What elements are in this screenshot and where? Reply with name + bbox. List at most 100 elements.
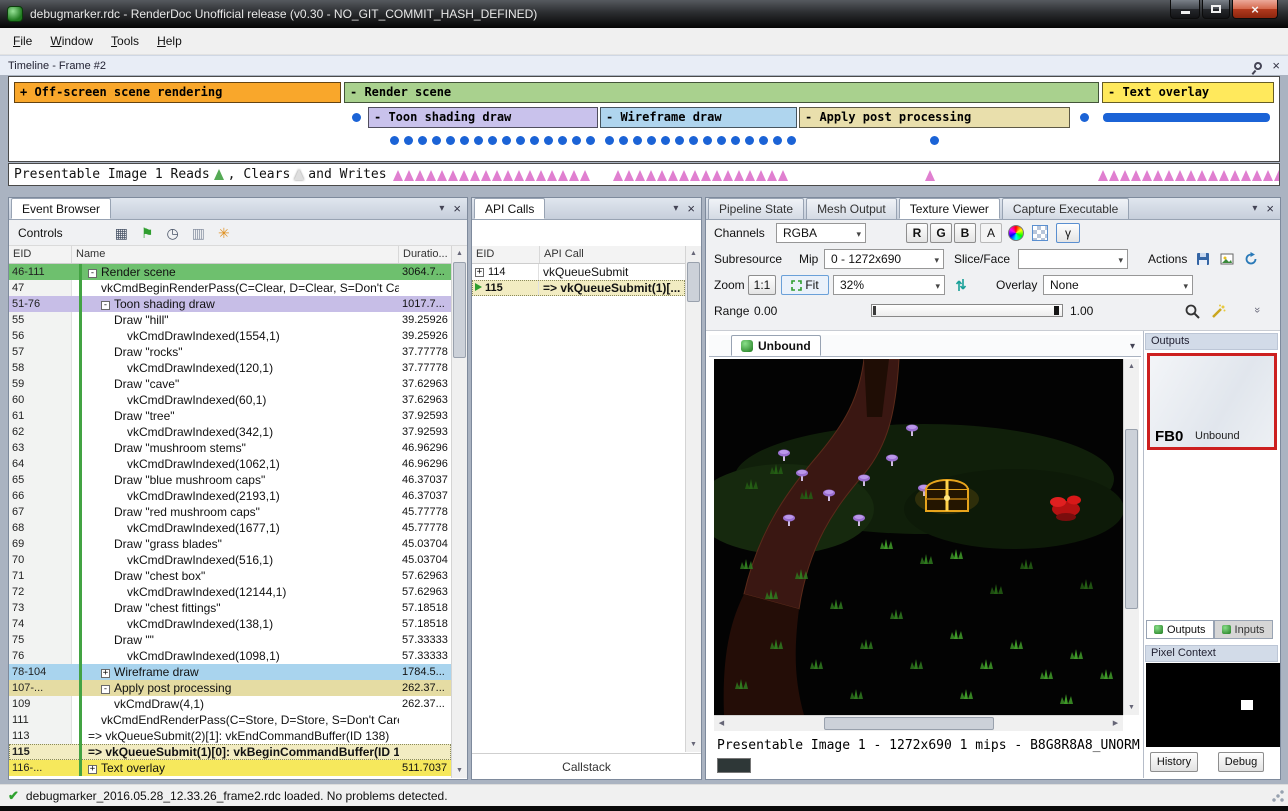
event-row[interactable]: 111vkCmdEndRenderPass(C=Store, D=Store, … [9,712,451,728]
export-image-button[interactable] [1217,250,1237,268]
flip-y-button[interactable] [951,276,971,294]
titlebar[interactable]: debugmarker.rdc - RenderDoc Unofficial r… [0,0,1288,28]
tab-unbound-texture[interactable]: Unbound [731,335,821,356]
draw-event-dot[interactable] [488,136,497,145]
panel-close-icon[interactable]: × [453,202,461,215]
draw-event-dot[interactable] [787,136,796,145]
event-row[interactable]: 115=> vkQueueSubmit(1)[0]: vkBeginComman… [9,744,451,760]
draw-event-dot[interactable] [558,136,567,145]
channel-a-button[interactable]: A [980,223,1002,243]
history-button[interactable]: History [1150,752,1198,772]
draw-event-dot[interactable] [619,136,628,145]
color-wheel-icon[interactable] [1008,225,1024,241]
draw-event-dot[interactable] [418,136,427,145]
draw-event-dot[interactable] [544,136,553,145]
tab-mesh-output[interactable]: Mesh Output [806,198,897,219]
timeline-bar-post-processing[interactable]: - Apply post processing [799,107,1070,128]
draw-event-dot[interactable] [661,136,670,145]
resize-grip[interactable] [1271,789,1285,803]
event-row[interactable]: 107-...-Apply post processing262.37... [9,680,451,696]
scroll-thumb[interactable] [687,262,700,302]
event-row[interactable]: 78-104+Wireframe draw1784.5... [9,664,451,680]
event-row[interactable]: 59Draw "cave"37.62963 [9,376,451,392]
menu-tools[interactable]: Tools [102,29,148,53]
tab-api-calls[interactable]: API Calls [474,198,545,219]
api-call-row[interactable]: +114vkQueueSubmit [472,264,685,280]
draw-event-dot[interactable] [390,136,399,145]
event-row[interactable]: 55Draw "hill"39.25926 [9,312,451,328]
timeline-bar-wireframe[interactable]: - Wireframe draw [600,107,797,128]
scroll-up-icon[interactable]: ▲ [1124,359,1139,374]
fb0-thumbnail[interactable]: FB0 Unbound [1147,353,1277,450]
scroll-thumb[interactable] [1125,429,1138,609]
texture-hscrollbar[interactable]: ◀ ▶ [714,715,1123,731]
scroll-thumb[interactable] [453,262,466,358]
draw-event-dot[interactable] [460,136,469,145]
event-row[interactable]: 63Draw "mushroom stems"46.96296 [9,440,451,456]
range-slider[interactable] [871,304,1063,317]
timeline-canvas[interactable]: + Off-screen scene rendering - Render sc… [8,76,1280,162]
event-row[interactable]: 67Draw "red mushroom caps"45.77778 [9,504,451,520]
timeline-bar-text-overlay[interactable]: - Text overlay [1102,82,1274,103]
tree-expander-icon[interactable]: - [101,685,110,694]
time-icon[interactable]: ◷ [166,226,178,240]
event-row[interactable]: 73Draw "chest fittings"57.18518 [9,600,451,616]
zoom-range-button[interactable] [1182,302,1202,320]
api-calls-scrollbar[interactable]: ▲ ▼ [685,246,701,752]
panel-close-icon[interactable]: × [1266,202,1274,215]
draw-event-dot[interactable] [745,136,754,145]
event-row[interactable]: 51-76-Toon shading draw1017.7... [9,296,451,312]
timeline-bar-toon-shading[interactable]: - Toon shading draw [368,107,598,128]
side-tab-outputs[interactable]: Outputs [1146,620,1214,639]
tree-expander-icon[interactable]: - [101,301,110,310]
slice-face-select[interactable] [1018,249,1128,269]
scroll-up-icon[interactable]: ▲ [686,246,701,261]
timeline-header[interactable]: Timeline - Frame #2 × [0,55,1288,75]
channel-r-button[interactable]: R [906,223,928,243]
menu-file[interactable]: File [4,29,41,53]
close-button[interactable]: × [1232,0,1278,19]
draw-event-dot[interactable] [675,136,684,145]
pin-icon[interactable] [1253,60,1264,71]
event-row[interactable]: 74vkCmdDrawIndexed(138,1)57.18518 [9,616,451,632]
tree-expander-icon[interactable]: + [101,669,110,678]
draw-event-dot[interactable] [731,136,740,145]
refresh-button[interactable] [1241,250,1261,268]
event-row[interactable]: 47vkCmdBeginRenderPass(C=Clear, D=Clear,… [9,280,451,296]
options-icon[interactable]: ✳ [218,226,230,240]
event-row[interactable]: 116-...+Text overlay511.7037 [9,760,451,776]
autofit-range-button[interactable] [1208,302,1228,320]
scroll-down-icon[interactable]: ▼ [686,737,701,752]
draw-event-dot[interactable] [432,136,441,145]
scroll-left-icon[interactable]: ◀ [714,716,729,731]
texture-canvas[interactable] [714,359,1123,715]
zoom-1to1-button[interactable]: 1:1 [748,275,776,295]
checkerboard-icon[interactable] [1032,225,1048,241]
draw-event-dot[interactable] [605,136,614,145]
zoom-select[interactable]: 32% [833,275,945,295]
event-row[interactable]: 57Draw "rocks"37.77778 [9,344,451,360]
draw-event-dot[interactable] [586,136,595,145]
scroll-down-icon[interactable]: ▼ [1124,700,1139,715]
event-row[interactable]: 46-111-Render scene3064.7... [9,264,451,280]
channel-b-button[interactable]: B [954,223,976,243]
timeline-resource-row[interactable]: Presentable Image 1 Reads , Clears and W… [8,163,1280,186]
zoom-fit-button[interactable]: Fit [781,275,829,295]
draw-event-dot[interactable] [404,136,413,145]
side-tab-inputs[interactable]: Inputs [1214,620,1273,639]
event-browser-scrollbar[interactable]: ▲ ▼ [451,246,467,778]
pixel-context-canvas[interactable] [1146,663,1280,747]
event-row[interactable]: 61Draw "tree"37.92593 [9,408,451,424]
chevron-down-icon[interactable]: ▾ [1252,204,1257,214]
chevron-down-icon[interactable]: ▾ [439,204,444,214]
mip-select[interactable]: 0 - 1272x690 [824,249,944,269]
timeline-icon[interactable]: ▦ [115,226,128,240]
gamma-button[interactable]: γ [1056,223,1080,243]
draw-event-dot[interactable] [930,136,939,145]
event-row[interactable]: 113=> vkQueueSubmit(2)[1]: vkEndCommandB… [9,728,451,744]
tab-event-browser[interactable]: Event Browser [11,198,111,219]
event-row[interactable]: 66vkCmdDrawIndexed(2193,1)46.37037 [9,488,451,504]
timeline-close-icon[interactable]: × [1272,59,1280,72]
chevron-down-icon[interactable]: ▾ [673,204,678,214]
save-button[interactable] [1193,250,1213,268]
